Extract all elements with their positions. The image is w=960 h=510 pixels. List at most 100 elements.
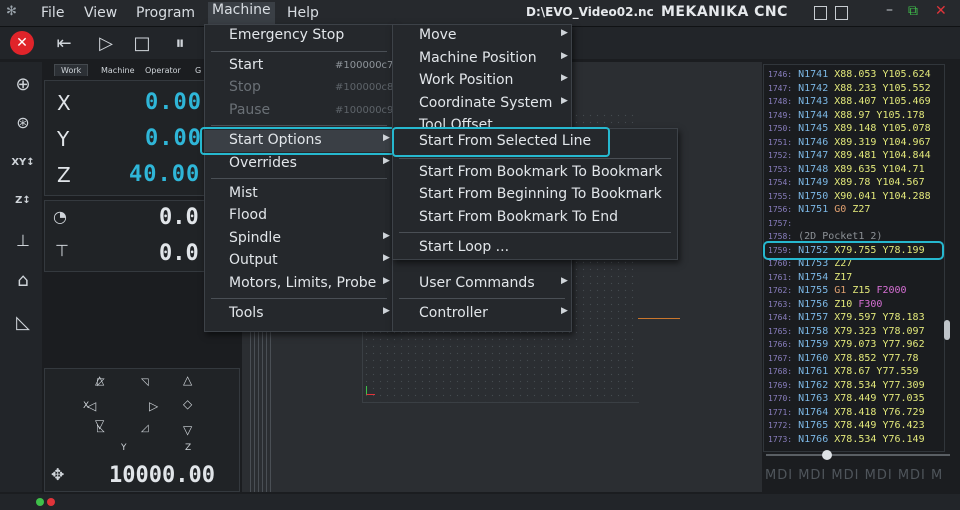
menu-item-spindle[interactable]: Spindle ▶: [205, 228, 393, 250]
menu-item-overrides[interactable]: Overrides ▶: [205, 153, 393, 175]
gcode-line[interactable]: 1753: N1748 X89.635 Y104.71: [768, 164, 925, 177]
jog-right-icon[interactable]: ▷: [149, 399, 158, 413]
crosshair-icon[interactable]: ⊕: [8, 70, 38, 98]
xy-origin-icon[interactable]: ⊛: [8, 108, 38, 136]
mdi-tab[interactable]: MDI: [865, 468, 893, 483]
gcode-line[interactable]: 1770: N1763 X78.449 Y77.035: [768, 393, 925, 406]
menu-item-move[interactable]: Move ▶: [393, 25, 571, 47]
mdi-tab[interactable]: MDI: [765, 468, 793, 483]
jog-z-up-icon[interactable]: △: [183, 373, 192, 387]
jog-step-value[interactable]: 10000.00: [109, 463, 215, 488]
menu-item-controller[interactable]: Controller ▶: [393, 303, 571, 325]
tab-work[interactable]: Work: [54, 64, 89, 76]
menu-item-pause[interactable]: Pause #100000c9: [205, 100, 393, 122]
gcode-line[interactable]: 1767: N1760 X78.852 Y77.78: [768, 353, 919, 366]
gcode-line[interactable]: 1750: N1745 X89.148 Y105.078: [768, 123, 931, 136]
gcode-line[interactable]: 1763: N1756 Z10 F300: [768, 299, 882, 312]
menu-item-bookmark-to-bookmark[interactable]: Start From Bookmark To Bookmark: [393, 162, 677, 184]
gcode-line[interactable]: 1761: N1754 Z17: [768, 272, 852, 285]
gcode-line[interactable]: 1773: N1766 X78.534 Y76.149: [768, 434, 925, 447]
minimize-icon[interactable]: –: [886, 2, 893, 18]
menu-item-stop[interactable]: Stop #100000c8: [205, 77, 393, 99]
gcode-line[interactable]: 1765: N1758 X79.323 Y78.097: [768, 326, 925, 339]
gcode-line[interactable]: 1757:: [768, 218, 792, 231]
stop-icon[interactable]: □: [130, 31, 154, 55]
home-icon[interactable]: ⌂: [8, 266, 38, 294]
menu-item-work-position[interactable]: Work Position ▶: [393, 70, 571, 92]
gcode-line[interactable]: 1746: N1741 X88.053 Y105.624: [768, 69, 931, 82]
menu-item-motors-limits-probe[interactable]: Motors, Limits, Probe ▶: [205, 273, 393, 295]
gcode-line[interactable]: 1772: N1765 X78.449 Y76.423: [768, 420, 925, 433]
gcode-line[interactable]: 1747: N1742 X88.233 Y105.552: [768, 83, 931, 96]
emergency-stop-button[interactable]: ✕: [10, 31, 34, 55]
gcode-slider-knob[interactable]: [822, 450, 832, 460]
axis-z-value[interactable]: 40.00: [129, 162, 200, 187]
menu-item-beginning-to-bookmark[interactable]: Start From Beginning To Bookmark: [393, 184, 677, 206]
mdi-tab[interactable]: M: [931, 468, 943, 483]
tab-g[interactable]: G: [195, 66, 201, 75]
jog-x-label: X: [83, 401, 90, 411]
menu-item-user-commands[interactable]: User Commands ▶: [393, 273, 571, 295]
status-connected-icon: [36, 498, 44, 506]
gcode-line[interactable]: 1752: N1747 X89.481 Y104.844: [768, 150, 931, 163]
menu-machine[interactable]: Machine: [208, 2, 275, 24]
restore-icon[interactable]: ⧉: [908, 3, 918, 19]
gcode-token-ln: 1747:: [768, 83, 793, 93]
menu-item-tool-offset[interactable]: Tool Offset: [393, 115, 571, 127]
jog-dl-icon[interactable]: ◺: [97, 423, 105, 434]
gcode-line[interactable]: 1755: N1750 X90.041 Y104.288: [768, 191, 931, 204]
jog-z-down-icon[interactable]: ▽: [183, 423, 192, 437]
gcode-line[interactable]: 1754: N1749 X89.78 Y104.567: [768, 177, 925, 190]
gcode-line[interactable]: 1766: N1759 X79.073 Y77.962: [768, 339, 925, 352]
gcode-line[interactable]: 1756: N1751 G0 Z27: [768, 204, 870, 217]
mdi-tab[interactable]: MDI: [898, 468, 926, 483]
menu-item-start[interactable]: Start #100000c7: [205, 55, 393, 77]
mdi-tab[interactable]: MDI: [798, 468, 826, 483]
gcode-token-n: N1744: [798, 109, 829, 121]
jog-ur-icon[interactable]: ◹: [141, 377, 149, 388]
menu-item-bookmark-to-end[interactable]: Start From Bookmark To End: [393, 207, 677, 229]
gcode-line[interactable]: 1762: N1755 G1 Z15 F2000: [768, 285, 907, 298]
gcode-token-ln: 1751:: [768, 137, 793, 147]
menu-help[interactable]: Help: [287, 5, 319, 21]
gcode-line[interactable]: 1749: N1744 X88.97 Y105.178: [768, 110, 925, 123]
gcode-line[interactable]: 1764: N1757 X79.597 Y78.183: [768, 312, 925, 325]
menu-item-machine-position[interactable]: Machine Position ▶: [393, 48, 571, 70]
gcode-line[interactable]: 1769: N1762 X78.534 Y77.309: [768, 380, 925, 393]
axis-y-value[interactable]: 0.00: [145, 126, 202, 151]
menu-item-emergency-stop[interactable]: Emergency Stop: [205, 25, 393, 47]
zero-z-icon[interactable]: Z↕: [8, 186, 38, 214]
ruler-icon[interactable]: ◺: [8, 308, 38, 336]
menu-item-output[interactable]: Output ▶: [205, 250, 393, 272]
move-icon[interactable]: ✥: [51, 465, 64, 484]
menu-item-start-loop[interactable]: Start Loop ...: [393, 237, 677, 259]
pause-icon[interactable]: ⏸: [168, 31, 192, 55]
jog-z-center-icon[interactable]: ◇: [183, 397, 192, 411]
gcode-line[interactable]: 1748: N1743 X88.407 Y105.469: [768, 96, 931, 109]
play-icon[interactable]: ▷: [94, 31, 118, 55]
jog-ul-icon[interactable]: ◸: [97, 377, 105, 388]
gcode-line[interactable]: 1751: N1746 X89.319 Y104.967: [768, 137, 931, 150]
zero-xy-icon[interactable]: XY↕: [8, 148, 38, 176]
mdi-tab[interactable]: MDI: [831, 468, 859, 483]
jog-dr-icon[interactable]: ◿: [141, 423, 149, 434]
tab-operator[interactable]: Operator: [145, 66, 181, 75]
menu-program[interactable]: Program: [136, 5, 195, 21]
exit-icon[interactable]: ⇤: [52, 31, 76, 55]
gcode-line[interactable]: 1768: N1761 X78.67 Y77.559: [768, 366, 919, 379]
gcode-token-ln: 1752:: [768, 151, 793, 160]
gcode-scrollbar[interactable]: [944, 320, 950, 340]
menu-item-mist[interactable]: Mist: [205, 183, 393, 205]
menu-item-flood[interactable]: Flood: [205, 205, 393, 227]
axis-x-value[interactable]: 0.00: [145, 90, 202, 115]
menu-item-coordinate-system[interactable]: Coordinate System ▶: [393, 93, 571, 115]
menu-file[interactable]: File: [41, 5, 64, 21]
gcode-line[interactable]: 1771: N1764 X78.418 Y76.729: [768, 407, 925, 420]
window-tile2-icon[interactable]: [835, 6, 848, 20]
probe-icon[interactable]: ⊥: [8, 226, 38, 254]
window-tile-icon[interactable]: [814, 6, 827, 20]
menu-view[interactable]: View: [84, 5, 117, 21]
close-icon[interactable]: ✕: [935, 3, 947, 19]
menu-item-tools[interactable]: Tools ▶: [205, 303, 393, 325]
tab-machine[interactable]: Machine: [101, 66, 135, 75]
